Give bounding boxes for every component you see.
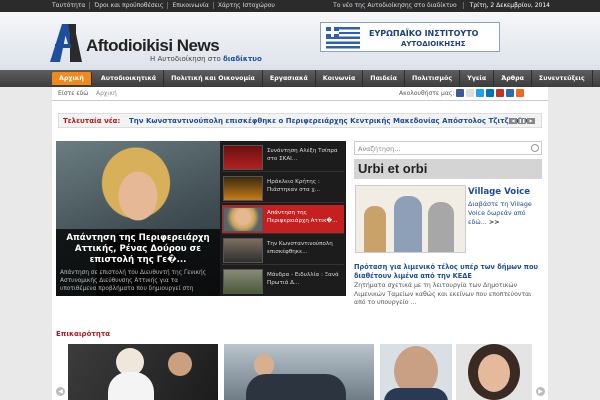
banner-line2: ΑΥΤΟΔΙΟΙΚΗΣΗΣ [401,40,466,48]
news-ticker: Τελευταία νέα: Την Κωνσταντινούπολη επισ… [58,113,542,128]
slider-thumb[interactable]: Μάνδρα - Ειδυλλία : Ξανά Πρωτιά Δ... [222,267,344,296]
top-link-contact[interactable]: Επικοινωνία [172,2,214,9]
ticker-text[interactable]: Την Κωνσταντινούπολη επισκέφθηκε ο Περιφ… [129,117,532,125]
top-links: Ταυτότητα Όροι και προϋποθέσεις Επικοινω… [52,2,279,9]
welcome-text: Το νέο της Αυτοδιοίκησης στο διαδίκτυο [333,2,457,9]
site-header: Aftodioikisi News Η Αυτοδιοίκηση στο δια… [0,12,600,70]
ticker-label: Τελευταία νέα: [63,117,121,125]
youtube-icon[interactable] [496,89,504,97]
ticker-next-icon[interactable]: ▶ [527,118,535,124]
news-photo[interactable] [224,344,374,400]
plus-icon[interactable] [466,89,474,97]
thumb-title: Μάνδρα - Ειδυλλία : Ξανά Πρωτιά Δ... [267,272,339,286]
ticker-pause-icon[interactable]: ❚❚ [518,118,526,124]
thumb-title: Απάντηση της Περιφερειάρχη Αττικ�... [267,210,338,224]
urbi-header: Urbi et orbi [354,159,542,179]
site-subtitle-highlight: διαδίκτυο [222,55,262,63]
greek-flag-icon [326,27,360,49]
nav-item-society[interactable]: Κοινωνία [316,70,364,87]
proposal-title[interactable]: Πρόταση για λιμενικό τέλος υπέρ των δήμω… [354,263,544,281]
proposal-excerpt: Ζητήματα σχετικά με τη λειτουργία των Δη… [354,282,532,306]
thumb-image [223,176,263,201]
current-affairs-title: Επικαιρότητα [56,330,111,338]
site-logo-icon[interactable] [48,20,84,64]
nav-item-health[interactable]: Υγεία [460,70,495,87]
nav-item-articles[interactable]: Άρθρα [494,70,532,87]
slider-thumb[interactable]: Την Κωνσταντινούπολη επισκέφθηκε... [222,236,344,265]
facebook-icon[interactable] [456,89,464,97]
cartoon-image[interactable] [355,185,466,253]
featured-excerpt: Απάντηση σε επιστολή του Διευθυντή της Γ… [60,270,207,292]
site-subtitle: Η Αυτοδιοίκηση στο διαδίκτυο [150,55,262,63]
thumb-image [223,145,263,170]
featured-caption: Απάντηση της Περιφερειάρχη Αττικής, Ρένα… [56,229,220,296]
carousel-next-icon[interactable]: ▶ [536,387,545,396]
top-link-sitemap[interactable]: Χάρτης Ιστοχώρου [218,2,279,9]
breadcrumb-bar: Είστε εδώ Αρχική Ακολουθήστε μας: [52,87,548,101]
main-nav: Αρχική Αυτοδιοικητικά Πολιτική και Οικον… [0,70,600,87]
nav-item-education[interactable]: Παιδεία [363,70,405,87]
carousel-prev-icon[interactable]: ◀ [56,387,65,396]
village-voice-more[interactable]: >> [489,218,500,226]
top-link-identity[interactable]: Ταυτότητα [52,2,91,9]
featured-slider: Απάντηση της Περιφερειάρχη Αττικής, Ρένα… [56,141,346,296]
institute-banner[interactable]: ΕΥΡΩΠΑΪΚΟ ΙΝΣΤΙΤΟΥΤΟ ΑΥΤΟΔΙΟΙΚΗΣΗΣ [320,22,500,52]
search-icon[interactable] [531,144,539,152]
slider-thumb[interactable]: Συνάντηση Αλέξη Τσίπρα στο ΣΚΑΙ... [222,143,344,172]
email-icon[interactable] [506,89,514,97]
urbi-title: Urbi et orbi [358,161,428,176]
search-placeholder: Αναζήτηση... [358,145,401,153]
social-icons [456,89,524,97]
site-title[interactable]: Aftodioikisi News [86,36,220,56]
thumb-image [223,269,263,294]
nav-item-home[interactable]: Αρχική [52,72,92,85]
linkedin-icon[interactable] [486,89,494,97]
nav-item-local-gov[interactable]: Αυτοδιοικητικά [94,70,165,87]
rss-icon[interactable] [516,89,524,97]
breadcrumb-label: Είστε εδώ [58,90,89,97]
current-date: Τρίτη, 2 Δεκεμβρίου, 2014 [462,2,550,9]
village-voice-desc: Διαβάστε τη Village Voice δωρεάν από εδώ… [468,200,544,227]
ticker-controls: ◀ ❚❚ ▶ [509,118,535,124]
news-photo[interactable] [68,344,218,400]
slider-thumb[interactable]: Ηράκλειο Κρήτης : Πιάστηκαν στα χ... [222,174,344,203]
breadcrumb-current[interactable]: Αρχική [96,90,117,97]
search-input[interactable]: Αναζήτηση... [354,141,542,155]
thumb-image [223,207,263,232]
news-photo[interactable] [380,344,452,400]
twitter-icon[interactable] [476,89,484,97]
village-voice-text[interactable]: Διαβάστε τη Village Voice δωρεάν από εδώ… [468,200,532,226]
nav-item-interviews[interactable]: Συνεντεύξεις [532,70,593,87]
top-right: Το νέο της Αυτοδιοίκησης στο διαδίκτυο Τ… [333,2,550,9]
slider-thumbnails: Συνάντηση Αλέξη Τσίπρα στο ΣΚΑΙ... Ηράκλ… [220,141,346,296]
nav-item-politics[interactable]: Πολιτική και Οικονομία [164,70,263,87]
featured-headline[interactable]: Απάντηση της Περιφερειάρχη Αττικής, Ρένα… [60,233,216,266]
top-link-terms[interactable]: Όροι και προϋποθέσεις [94,2,169,9]
thumb-title: Ηράκλειο Κρήτης : Πιάστηκαν στα χ... [267,179,321,193]
follow-us-label: Ακολουθήστε μας: [399,90,455,97]
site-subtitle-prefix: Η Αυτοδιοίκηση στο [150,55,221,63]
thumb-image [223,238,263,263]
news-photo[interactable] [456,344,532,400]
nav-item-labor[interactable]: Εργασιακά [263,70,316,87]
main-content: Τελευταία νέα: Την Κωνσταντινούπολη επισ… [52,101,548,400]
thumb-title: Συνάντηση Αλέξη Τσίπρα στο ΣΚΑΙ... [267,148,338,162]
top-bar: Ταυτότητα Όροι και προϋποθέσεις Επικοινω… [0,0,600,12]
village-voice-title[interactable]: Village Voice [468,187,530,197]
slider-thumb[interactable]: Απάντηση της Περιφερειάρχη Αττικ�... [222,205,344,234]
banner-line1: ΕΥΡΩΠΑΪΚΟ ΙΝΣΤΙΤΟΥΤΟ [369,29,479,38]
ticker-prev-icon[interactable]: ◀ [509,118,517,124]
nav-item-culture[interactable]: Πολιτισμός [405,70,461,87]
thumb-title: Την Κωνσταντινούπολη επισκέφθηκε... [267,241,333,255]
